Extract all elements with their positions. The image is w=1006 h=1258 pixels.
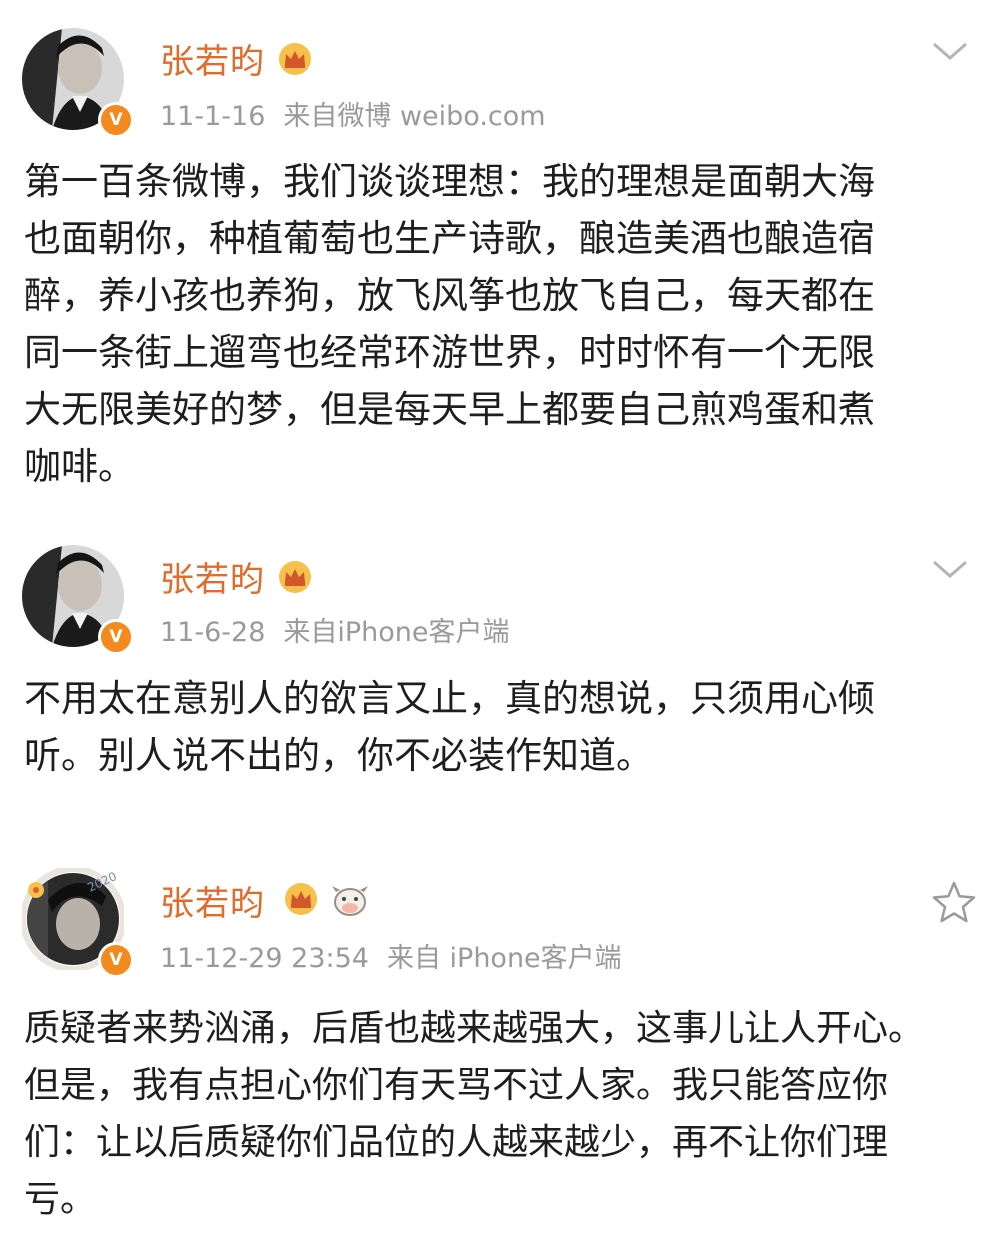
post-text: 不用太在意别人的欲言又止，真的想说，只须用心倾 听。别人说不出的，你不必装作知道…	[24, 677, 875, 777]
verified-badge: V	[98, 102, 134, 138]
post-date[interactable]: 11-1-16	[160, 101, 265, 132]
post-source: 来自 iPhone客户端	[386, 943, 622, 974]
username[interactable]: 张若昀	[160, 552, 265, 601]
verified-badge: V	[98, 942, 134, 978]
star-icon[interactable]	[932, 880, 976, 924]
post-source: 来自iPhone客户端	[283, 617, 510, 648]
post-meta: 11-1-16 来自微博 weibo.com	[160, 94, 546, 133]
cow-badge-icon	[332, 886, 368, 916]
chevron-down-icon[interactable]	[930, 40, 970, 64]
crown-icon	[279, 561, 311, 593]
chevron-down-icon[interactable]	[930, 558, 970, 582]
username[interactable]: 张若昀	[160, 876, 265, 925]
crown-icon	[279, 43, 311, 75]
post-date[interactable]: 11-6-28	[160, 617, 265, 648]
avatar[interactable]: 2020 V	[22, 868, 134, 978]
crown-icon	[285, 883, 317, 915]
post-text: 第一百条微博，我们谈谈理想：我的理想是面朝大海 也面朝你，种植葡萄也生产诗歌，酿…	[24, 160, 875, 488]
post-text: 质疑者来势汹涌，后盾也越来越强大，这事儿让人开心。 但是，我有点担心你们有天骂不…	[24, 1008, 925, 1220]
post-meta: 11-12-29 23:54 来自 iPhone客户端	[160, 936, 622, 975]
avatar[interactable]: V	[22, 28, 134, 138]
post-date[interactable]: 11-12-29 23:54	[160, 943, 369, 974]
verified-badge: V	[98, 619, 134, 655]
avatar[interactable]: V	[22, 545, 134, 655]
post-source: 来自微博 weibo.com	[283, 101, 546, 132]
username[interactable]: 张若昀	[160, 34, 265, 83]
post-meta: 11-6-28 来自iPhone客户端	[160, 610, 510, 649]
